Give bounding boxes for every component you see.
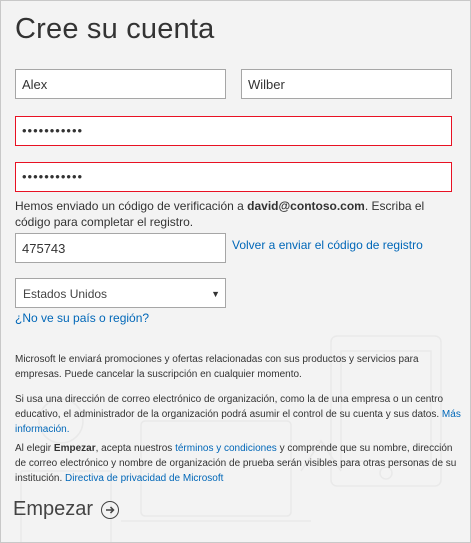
page-title: Cree su cuenta [15, 13, 215, 45]
org-notice-text: Si usa una dirección de correo electróni… [15, 394, 444, 420]
start-button-label: Empezar [13, 498, 94, 520]
verification-code-input[interactable] [15, 233, 226, 263]
last-name-input[interactable] [241, 69, 452, 99]
promo-notice: Microsoft le enviará promociones y ofert… [15, 352, 463, 382]
arrow-right-circle-icon [101, 500, 120, 519]
terms-prefix: Al elegir [15, 443, 54, 454]
verification-message: Hemos enviado un código de verificación … [15, 198, 460, 230]
terms-notice: Al elegir Empezar, acepta nuestros térmi… [15, 441, 463, 486]
terms-mid: , acepta nuestros [95, 443, 176, 454]
password-confirm-input[interactable]: ••••••••••• [15, 162, 452, 192]
resend-code-link[interactable]: Volver a enviar el código de registro [232, 238, 423, 252]
signup-panel: Cree su cuenta ••••••••••• ••••••••••• H… [0, 0, 471, 543]
terms-link[interactable]: términos y condiciones [175, 443, 277, 454]
promo-text: Microsoft le enviará promociones y ofert… [15, 354, 419, 380]
start-button[interactable]: Empezar [13, 498, 120, 521]
country-missing-link[interactable]: ¿No ve su país o región? [15, 311, 149, 325]
privacy-link[interactable]: Directiva de privacidad de Microsoft [65, 473, 223, 484]
dropdown-arrow-icon: ▼ [211, 289, 220, 299]
country-select-value: Estados Unidos [23, 287, 108, 301]
verification-email: david@contoso.com [247, 199, 365, 213]
first-name-input[interactable] [15, 69, 226, 99]
country-select[interactable]: Estados Unidos ▼ [15, 278, 226, 308]
verification-prefix: Hemos enviado un código de verificación … [15, 199, 248, 213]
password-input[interactable]: ••••••••••• [15, 116, 452, 146]
org-notice: Si usa una dirección de correo electróni… [15, 392, 463, 437]
terms-bold: Empezar [53, 443, 96, 454]
